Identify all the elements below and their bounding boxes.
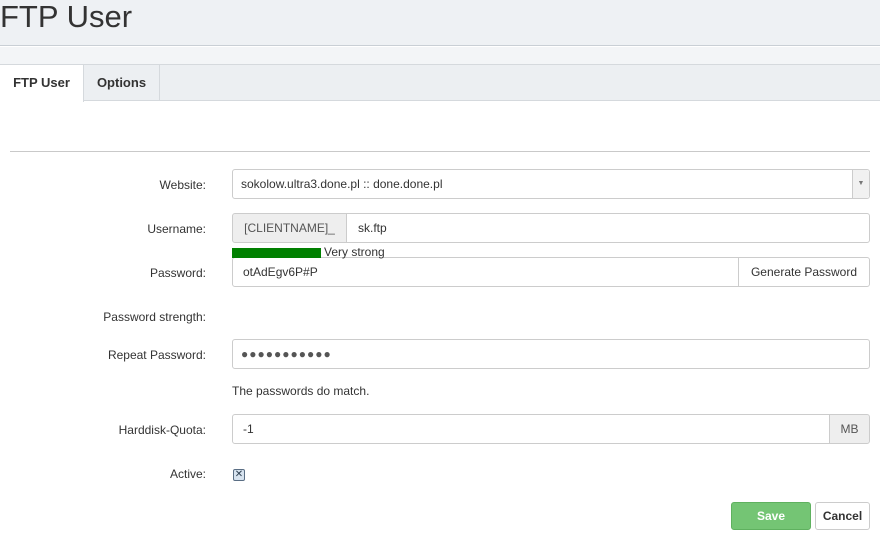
repeat-password-value: ●●●●●●●●●●● <box>241 347 332 361</box>
website-select[interactable]: sokolow.ultra3.done.pl :: done.done.pl ▼ <box>232 169 870 199</box>
password-input-value: otAdEgv6P#P <box>243 265 318 279</box>
username-input-value: sk.ftp <box>358 221 387 235</box>
section-divider <box>10 151 870 152</box>
password-input[interactable]: otAdEgv6P#P <box>232 257 739 287</box>
quota-input-value: -1 <box>243 422 254 436</box>
repeat-password-input[interactable]: ●●●●●●●●●●● <box>232 339 870 369</box>
password-match-message: The passwords do match. <box>232 384 370 398</box>
username-prefix: [CLIENTNAME]_ <box>232 213 347 243</box>
quota-unit: MB <box>829 414 870 444</box>
password-strength-text: Very strong <box>324 245 385 259</box>
repeat-password-label: Repeat Password: <box>107 348 206 362</box>
username-input[interactable]: sk.ftp <box>346 213 870 243</box>
generate-password-button[interactable]: Generate Password <box>738 257 870 287</box>
tab-ftp-user[interactable]: FTP User <box>0 65 84 102</box>
active-checkbox[interactable]: ✕ <box>233 469 245 481</box>
cancel-button[interactable]: Cancel <box>815 502 870 530</box>
username-label: Username: <box>147 222 206 236</box>
username-group: [CLIENTNAME]_ sk.ftp <box>232 213 870 243</box>
page-header: FTP User <box>0 0 880 46</box>
password-strength-bar <box>232 248 321 258</box>
quota-input[interactable]: -1 <box>232 414 830 444</box>
active-label: Active: <box>169 467 206 481</box>
chevron-down-icon[interactable]: ▼ <box>852 170 869 198</box>
password-strength-label: Password strength: <box>103 310 206 324</box>
save-button[interactable]: Save <box>731 502 811 530</box>
page-title: FTP User <box>0 0 133 34</box>
password-label: Password: <box>149 266 206 280</box>
header-gap <box>0 47 880 64</box>
form-panel: FTP User Options Website: sokolow.ultra3… <box>0 64 880 552</box>
tab-options[interactable]: Options <box>84 65 160 101</box>
website-select-value: sokolow.ultra3.done.pl :: done.done.pl <box>241 177 443 191</box>
quota-label: Harddisk-Quota: <box>118 423 206 437</box>
tab-bar: FTP User Options <box>0 65 880 102</box>
website-label: Website: <box>159 178 206 192</box>
